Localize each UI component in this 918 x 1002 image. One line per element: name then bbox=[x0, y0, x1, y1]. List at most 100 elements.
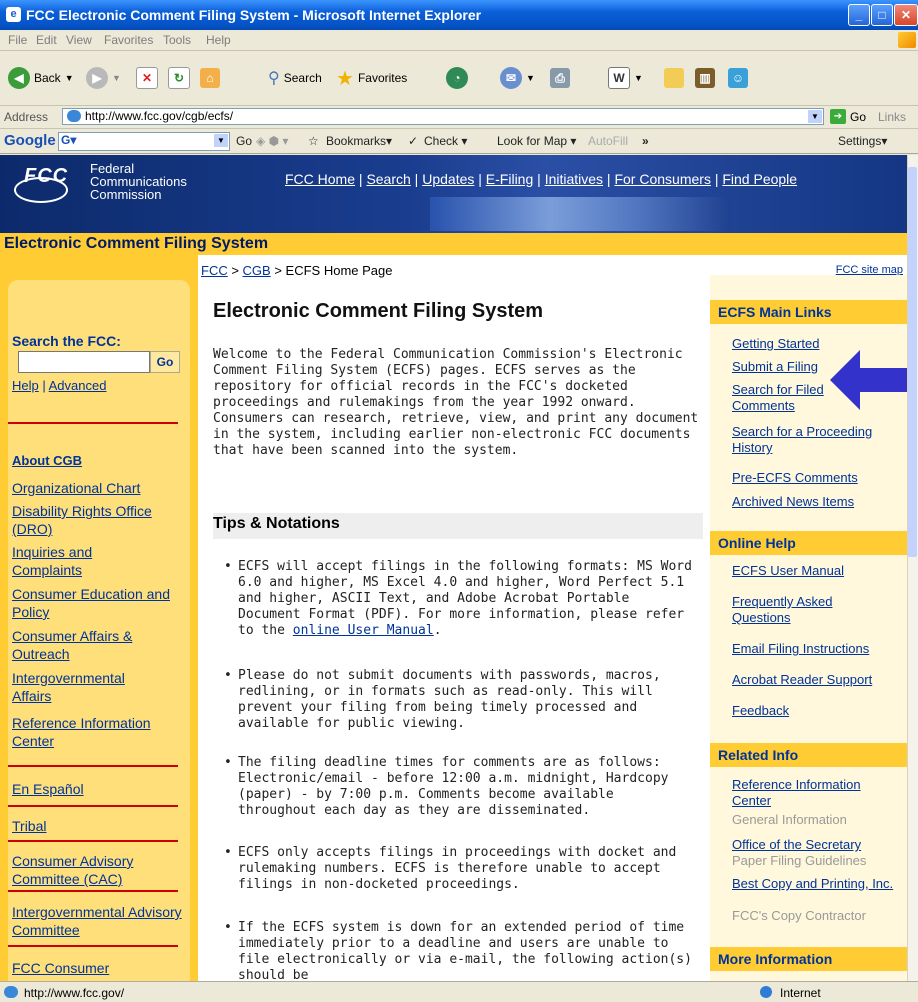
email-filing-link[interactable]: Email Filing Instructions bbox=[732, 641, 902, 657]
annotation-arrow-icon bbox=[830, 350, 907, 410]
fcc-search-input[interactable] bbox=[18, 351, 150, 373]
bookmarks-button[interactable]: Bookmarks▾ bbox=[326, 134, 392, 148]
sidebar-item-dro[interactable]: Disability Rights Office (DRO) bbox=[12, 502, 190, 538]
status-url: http://www.fcc.gov/ bbox=[24, 986, 125, 1000]
back-button[interactable]: ◀ Back ▼ bbox=[8, 65, 74, 91]
menu-help[interactable]: Help bbox=[206, 33, 231, 47]
go-button[interactable]: ➔ Go bbox=[830, 109, 866, 124]
sidebar-item-tribal[interactable]: Tribal bbox=[12, 817, 47, 835]
minimize-button[interactable]: _ bbox=[848, 4, 870, 26]
research-button[interactable]: ▥ bbox=[695, 65, 715, 91]
google-search-input[interactable]: G▾ ▼ bbox=[58, 132, 230, 151]
fcc-name: Federal Communications Commission bbox=[90, 162, 187, 201]
settings-button[interactable]: Settings▾ bbox=[838, 134, 887, 148]
sidebar-item-org-chart[interactable]: Organizational Chart bbox=[12, 479, 140, 497]
stop-button[interactable]: ✕ bbox=[136, 65, 158, 91]
menu-view[interactable]: View bbox=[66, 33, 92, 47]
nav-e-filing[interactable]: E-Filing bbox=[486, 171, 533, 187]
go-label: Go bbox=[850, 109, 867, 124]
heading-label: Related Info bbox=[718, 747, 799, 763]
sidebar-item-cac[interactable]: Consumer Advisory Committee (CAC) bbox=[12, 852, 182, 888]
divider bbox=[8, 945, 178, 947]
best-copy-link[interactable]: Best Copy and Printing, Inc. bbox=[732, 876, 897, 892]
help-link[interactable]: Help bbox=[12, 378, 39, 393]
google-icons[interactable]: ◈ ⬢ ▾ bbox=[256, 134, 288, 148]
print-button[interactable]: ⎙ bbox=[550, 65, 570, 91]
refresh-icon: ↻ bbox=[168, 67, 190, 89]
top-nav: FCC Home | Search | Updates | E-Filing |… bbox=[285, 171, 798, 187]
google-dropdown-icon[interactable]: ▼ bbox=[214, 134, 228, 147]
star-icon: ★ bbox=[336, 67, 354, 90]
links-button[interactable]: Links bbox=[878, 110, 906, 124]
nav-find-people[interactable]: Find People bbox=[722, 171, 797, 187]
mail-icon: ✉ bbox=[500, 67, 522, 89]
faq-link[interactable]: Frequently Asked Questions bbox=[732, 594, 872, 626]
sidebar-item-fcc-consumer[interactable]: FCC Consumer bbox=[12, 959, 109, 977]
folder-button[interactable] bbox=[664, 65, 684, 91]
sidebar-item-espanol[interactable]: En Español bbox=[12, 780, 84, 798]
breadcrumb: FCC > CGB > ECFS Home Page bbox=[201, 263, 393, 278]
fcc-name-line: Commission bbox=[90, 187, 162, 202]
user-manual-link[interactable]: online User Manual bbox=[293, 623, 434, 638]
sidebar-item-reference[interactable]: Reference Information Center bbox=[12, 714, 192, 750]
menu-tools[interactable]: Tools bbox=[163, 33, 191, 47]
sidebar-item-inquiries[interactable]: Inquiries and Complaints bbox=[12, 543, 122, 579]
about-cgb-link[interactable]: About CGB bbox=[12, 453, 82, 468]
sidebar-item-intergov[interactable]: Intergovernmental Affairs bbox=[12, 669, 152, 705]
nav-for-consumers[interactable]: For Consumers bbox=[614, 171, 710, 187]
nav-updates[interactable]: Updates bbox=[422, 171, 474, 187]
address-input[interactable]: http://www.fcc.gov/cgb/ecfs/ ▼ bbox=[62, 108, 824, 125]
mail-button[interactable]: ✉ ▼ bbox=[500, 65, 535, 91]
check-button[interactable]: Check ▾ bbox=[424, 134, 467, 148]
address-url: http://www.fcc.gov/cgb/ecfs/ bbox=[85, 109, 234, 123]
edit-button[interactable]: W ▼ bbox=[608, 65, 643, 91]
menu-edit[interactable]: Edit bbox=[36, 33, 57, 47]
search-button[interactable]: ⚲ Search bbox=[268, 65, 322, 91]
forward-button[interactable]: ▶ ▼ bbox=[86, 65, 121, 91]
history-icon: ◔ bbox=[446, 67, 468, 89]
more-chevron-icon[interactable]: » bbox=[642, 134, 649, 148]
close-button[interactable]: ✕ bbox=[894, 4, 918, 26]
fcc-logo: FCC bbox=[24, 165, 69, 187]
sidebar-item-affairs[interactable]: Consumer Affairs & Outreach bbox=[12, 627, 172, 663]
search-proceeding-link[interactable]: Search for a Proceeding History bbox=[732, 424, 902, 456]
messenger-button[interactable]: ☺ bbox=[728, 65, 748, 91]
menu-favorites[interactable]: Favorites bbox=[104, 33, 153, 47]
reference-center-link[interactable]: Reference Information Center bbox=[732, 777, 882, 809]
sidebar-item-iac[interactable]: Intergovernmental Advisory Committee bbox=[12, 903, 187, 939]
archived-news-link[interactable]: Archived News Items bbox=[732, 494, 902, 510]
tip-item: If the ECFS system is down for an extend… bbox=[224, 920, 698, 981]
page-icon bbox=[4, 986, 18, 998]
refresh-button[interactable]: ↻ bbox=[168, 65, 190, 91]
home-button[interactable]: ⌂ bbox=[200, 65, 220, 91]
favorites-button[interactable]: ★ Favorites bbox=[336, 65, 407, 91]
feedback-link[interactable]: Feedback bbox=[732, 703, 902, 719]
history-button[interactable]: ◔ bbox=[446, 65, 468, 91]
globe-icon bbox=[760, 986, 772, 998]
folder-icon bbox=[664, 68, 684, 88]
fcc-search-go-button[interactable]: Go bbox=[150, 351, 180, 373]
scrollbar-thumb[interactable] bbox=[908, 167, 917, 557]
menu-file[interactable]: File bbox=[8, 33, 27, 47]
window-title: FCC Electronic Comment Filing System - M… bbox=[26, 7, 482, 23]
advanced-link[interactable]: Advanced bbox=[49, 378, 107, 393]
nav-search[interactable]: Search bbox=[366, 171, 410, 187]
nav-initiatives[interactable]: Initiatives bbox=[545, 171, 603, 187]
lookformap-button[interactable]: Look for Map ▾ bbox=[497, 134, 576, 148]
sidebar-item-education[interactable]: Consumer Education and Policy bbox=[12, 585, 172, 621]
autofill-button[interactable]: AutoFill bbox=[588, 134, 628, 148]
user-manual-side-link[interactable]: ECFS User Manual bbox=[732, 563, 902, 579]
google-toolbar: Google G▾ ▼ Go ◈ ⬢ ▾ ☆ Bookmarks▾ ✓ Chec… bbox=[0, 129, 918, 154]
acrobat-support-link[interactable]: Acrobat Reader Support bbox=[732, 672, 902, 688]
maximize-button[interactable]: □ bbox=[871, 4, 893, 26]
nav-fcc-home[interactable]: FCC Home bbox=[285, 171, 355, 187]
google-go-button[interactable]: Go bbox=[236, 134, 252, 148]
status-bar: http://www.fcc.gov/ Internet bbox=[0, 981, 918, 1002]
page-viewport: FCC Federal Communications Commission FC… bbox=[0, 155, 907, 981]
address-dropdown-icon[interactable]: ▼ bbox=[808, 110, 822, 123]
pre-ecfs-comments-link[interactable]: Pre-ECFS Comments bbox=[732, 470, 902, 486]
breadcrumb-fcc[interactable]: FCC bbox=[201, 263, 228, 278]
breadcrumb-cgb[interactable]: CGB bbox=[243, 263, 271, 278]
office-secretary-link[interactable]: Office of the Secretary bbox=[732, 837, 902, 853]
tip-item: The filing deadline times for comments a… bbox=[224, 755, 698, 819]
